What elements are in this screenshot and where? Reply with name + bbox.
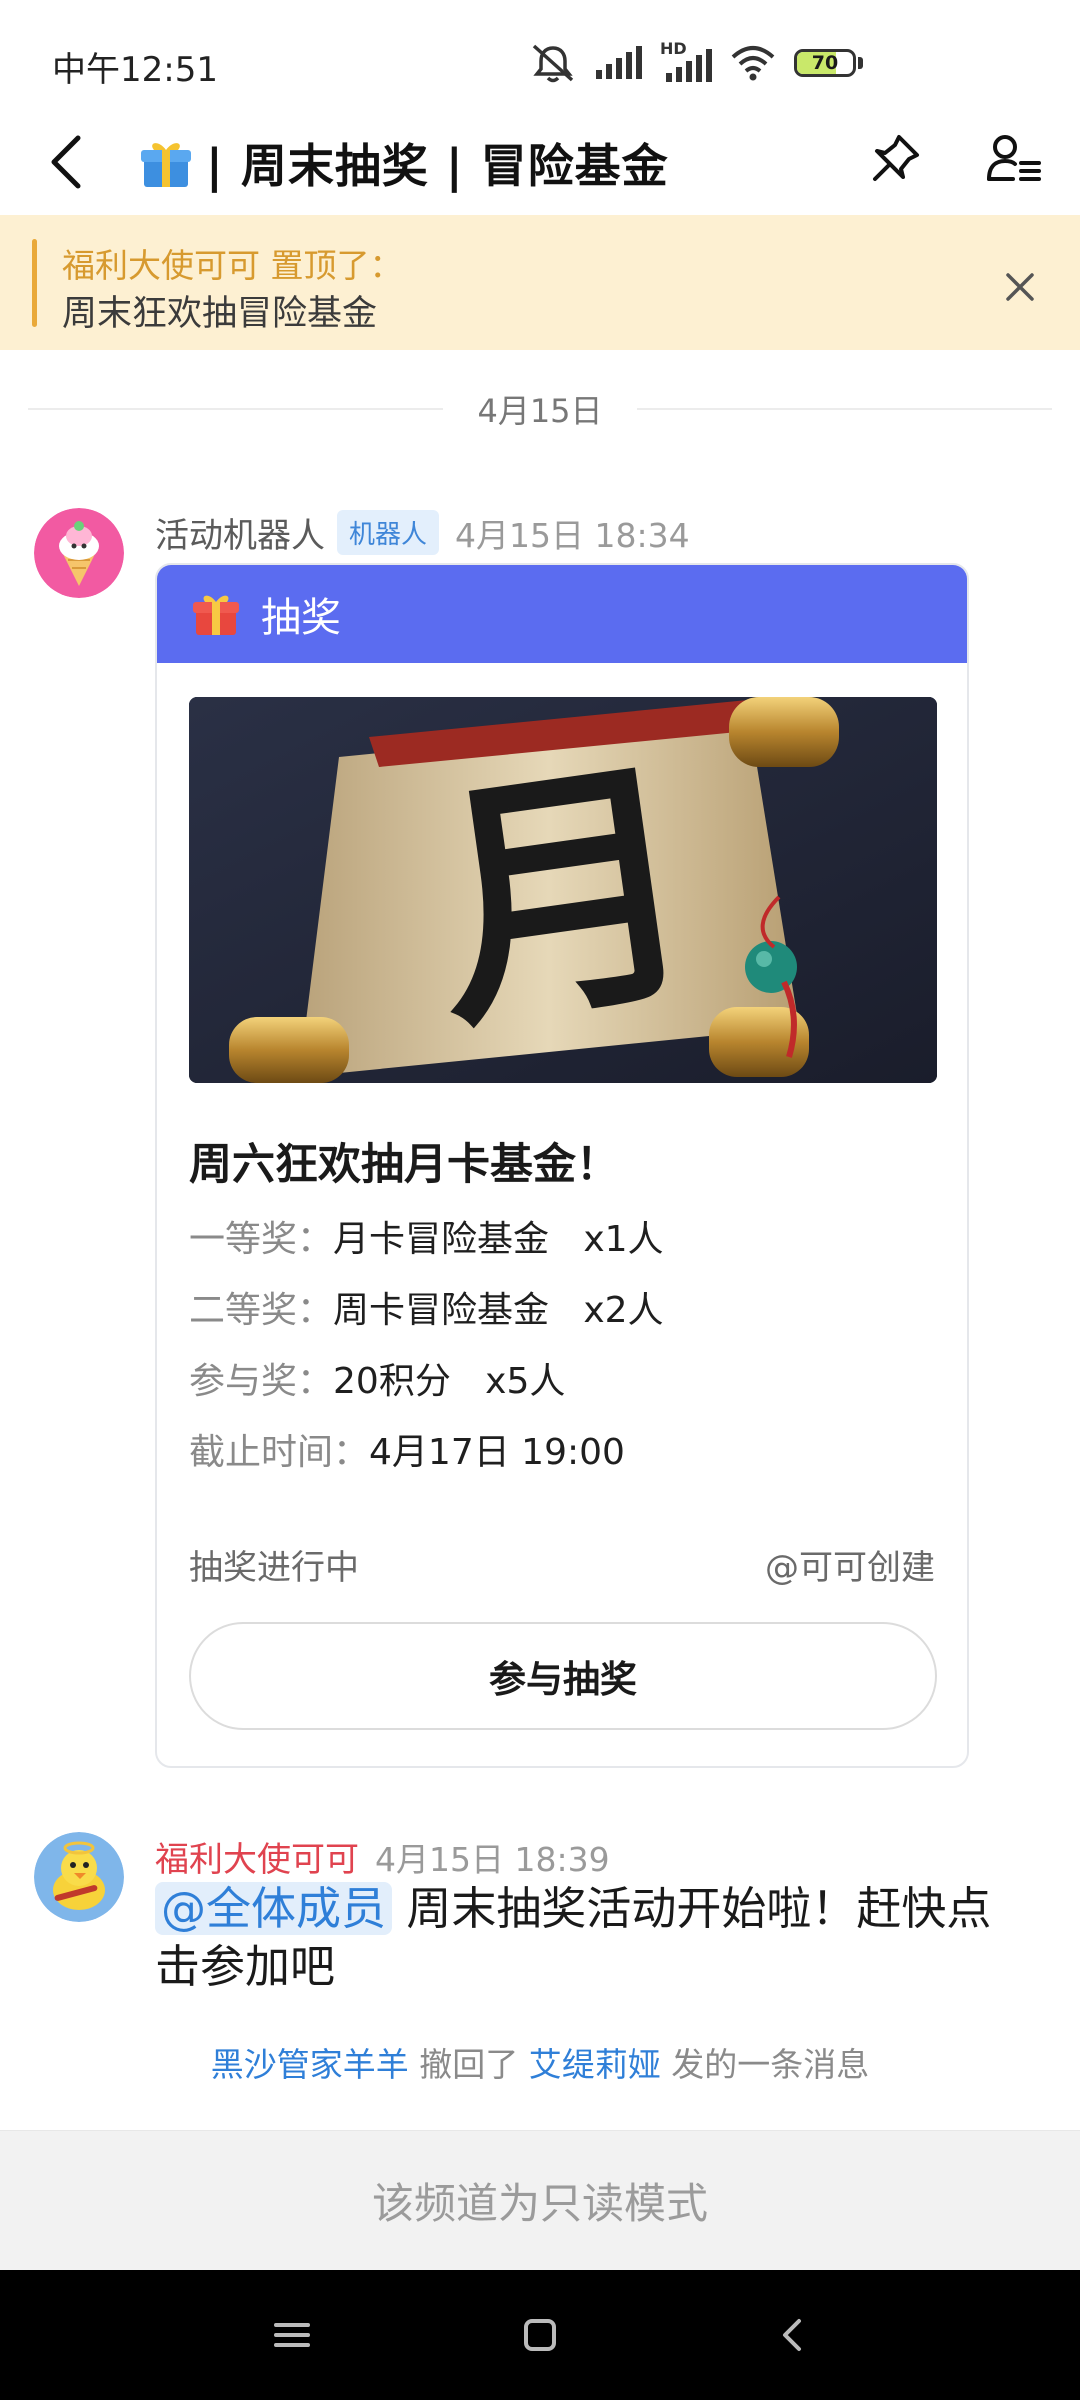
prize-row: 一等奖： 月卡冒险基金 x1人: [189, 1210, 664, 1262]
status-bar: 中午12:51 HD 70: [0, 0, 1080, 110]
prize-row: 二等奖： 周卡冒险基金 x2人: [189, 1281, 664, 1333]
lottery-card-header: 抽奖: [157, 565, 967, 663]
date-divider-text: 4月15日: [477, 392, 603, 430]
prize-value: 月卡冒险基金 x1人: [333, 1219, 664, 1260]
pinned-accent-bar: [32, 239, 37, 327]
lottery-card[interactable]: 抽奖 月 周六狂欢抽月卡基金！ 一等奖： 月卡冒险基金 x1人 二等奖： 周卡冒…: [155, 563, 969, 1768]
recall-middle: 撤回了: [408, 2045, 529, 2084]
gift-icon: [193, 595, 239, 635]
battery-level: 70: [811, 52, 839, 74]
prize-row: 参与奖： 20积分 x5人: [189, 1352, 565, 1404]
pin-button[interactable]: [860, 124, 930, 194]
bot-badge: 机器人: [337, 510, 440, 555]
readonly-notice: 该频道为只读模式: [0, 2130, 1080, 2270]
recall-suffix: 发的一条消息: [660, 2045, 870, 2084]
member-list-icon: [987, 135, 1041, 181]
deadline-row: 截止时间： 4月17日 19:00: [189, 1423, 625, 1475]
lottery-banner-image[interactable]: 月: [189, 697, 937, 1083]
mute-icon: [532, 44, 574, 83]
signal-hd-icon: HD: [660, 39, 712, 83]
bot-message-meta: 活动机器人 机器人 4月15日 18:34: [155, 508, 690, 557]
pinned-content: 周末狂欢抽冒险基金: [62, 294, 378, 334]
date-divider: 4月15日: [28, 386, 1052, 432]
sender-name[interactable]: 福利大使可可: [155, 1832, 359, 1881]
back-icon: [783, 2319, 801, 2351]
lottery-card-header-title: 抽奖: [261, 595, 341, 641]
close-pinned-button[interactable]: [996, 263, 1044, 311]
sender-name[interactable]: 活动机器人: [155, 508, 325, 557]
channel-title: | 周末抽奖 | 冒险基金: [138, 128, 669, 198]
deadline-label: 截止时间：: [189, 1432, 370, 1473]
gift-icon: [141, 143, 191, 187]
message-time: 4月15日 18:34: [455, 515, 690, 555]
wifi-icon: [731, 46, 775, 81]
lottery-status: 抽奖进行中: [189, 1548, 359, 1588]
join-lottery-button[interactable]: 参与抽奖: [189, 1622, 937, 1730]
recall-notice: 黑沙管家羊羊 撤回了 艾缇莉娅 发的一条消息: [0, 2038, 1080, 2086]
prize-label: 二等奖：: [189, 1290, 334, 1331]
prize-label: 一等奖：: [189, 1219, 334, 1260]
message-text: @全体成员 周末抽奖活动开始啦！赶快点击参加吧: [155, 1880, 1005, 1996]
nav-menu-button[interactable]: [252, 2300, 332, 2370]
system-nav-bar: [0, 2270, 1080, 2400]
scroll-character: 月: [415, 728, 715, 1066]
status-time: 中午12:51: [52, 50, 218, 90]
deadline-value: 4月17日 19:00: [369, 1432, 625, 1473]
bot-avatar[interactable]: [34, 508, 124, 598]
pinned-by-text: 福利大使可可 置顶了：: [62, 246, 403, 285]
lottery-title: 周六狂欢抽月卡基金！: [189, 1140, 619, 1190]
recall-target[interactable]: 艾缇莉娅: [529, 2045, 661, 2084]
pin-icon: [873, 135, 919, 181]
signal-icon: [596, 46, 642, 79]
pinned-message-banner[interactable]: 福利大使可可 置顶了： 周末狂欢抽冒险基金: [0, 215, 1080, 350]
home-icon: [524, 2319, 556, 2351]
prize-value: 20积分 x5人: [333, 1361, 566, 1402]
recall-actor[interactable]: 黑沙管家羊羊: [211, 2045, 409, 2084]
back-button[interactable]: [36, 122, 96, 202]
nav-home-button[interactable]: [500, 2300, 580, 2370]
message-time: 4月15日 18:39: [375, 1839, 610, 1879]
prize-value: 周卡冒险基金 x2人: [333, 1290, 664, 1331]
close-icon: [1006, 273, 1034, 301]
member-list-button[interactable]: [978, 124, 1048, 194]
channel-header: | 周末抽奖 | 冒险基金: [0, 110, 1080, 215]
message-meta: 福利大使可可 4月15日 18:39: [155, 1832, 610, 1881]
status-icons: HD 70: [530, 39, 863, 86]
menu-icon: [274, 2323, 310, 2347]
nav-back-button[interactable]: [752, 2300, 832, 2370]
back-arrow-icon: [51, 135, 81, 189]
lottery-creator: @可可创建: [765, 1548, 935, 1588]
channel-title-text: | 周末抽奖 | 冒险基金: [206, 139, 669, 193]
battery-icon: 70: [794, 49, 863, 77]
prize-label: 参与奖：: [189, 1361, 334, 1402]
mention-all[interactable]: @全体成员: [155, 1882, 393, 1935]
sender-avatar[interactable]: [34, 1832, 124, 1922]
